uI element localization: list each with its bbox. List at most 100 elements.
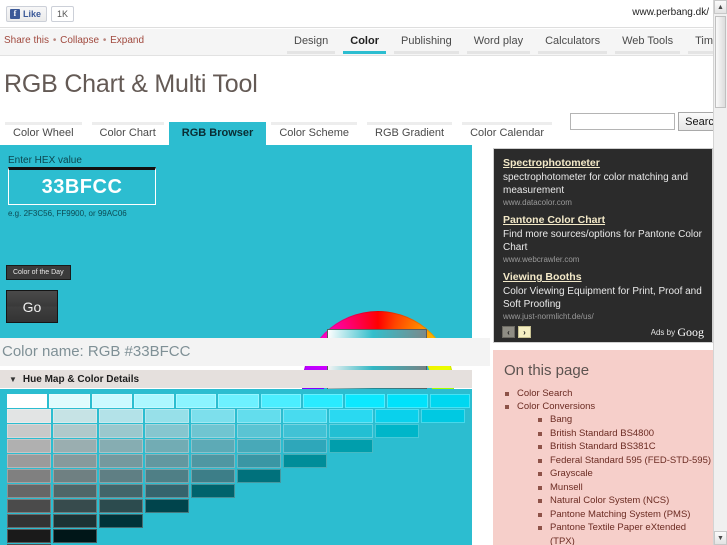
search-input[interactable] <box>570 113 676 130</box>
scroll-down-arrow-icon[interactable]: ▼ <box>714 531 727 545</box>
list-item[interactable]: Grayscale <box>537 467 713 481</box>
hue-map-swatch[interactable] <box>283 454 327 468</box>
list-item[interactable]: Pantone Matching System (PMS) <box>537 508 713 522</box>
hue-map-swatch[interactable] <box>260 394 301 408</box>
hue-map-swatch[interactable] <box>7 394 48 408</box>
hue-map-swatch[interactable] <box>283 439 327 453</box>
list-item[interactable]: Color Search <box>504 387 713 400</box>
hue-map-swatch[interactable] <box>53 484 97 498</box>
ads-next-arrow-icon[interactable]: › <box>518 326 531 338</box>
hue-map-swatch[interactable] <box>99 469 143 483</box>
hue-map-swatch[interactable] <box>53 424 97 438</box>
on-this-page-link[interactable]: Pantone Matching System (PMS) <box>550 509 690 520</box>
collapse-link[interactable]: Collapse <box>60 35 99 46</box>
hue-map-swatch[interactable] <box>145 409 189 423</box>
expand-link[interactable]: Expand <box>110 35 144 46</box>
tab-rgb-browser[interactable]: RGB Browser <box>168 122 267 145</box>
on-this-page-link[interactable]: Natural Color System (NCS) <box>550 495 669 506</box>
nav-item-color[interactable]: Color <box>339 29 390 56</box>
ad-item[interactable]: Pantone Color Chart Find more sources/op… <box>503 214 703 264</box>
vertical-scrollbar[interactable]: ▲ ▼ <box>713 0 727 545</box>
tab-color-wheel[interactable]: Color Wheel <box>0 122 87 145</box>
hue-map-swatch[interactable] <box>7 424 51 438</box>
list-item[interactable]: Color Conversions Bang British Standard B… <box>504 400 713 545</box>
hue-map-swatch[interactable] <box>191 409 235 423</box>
hue-map-swatch[interactable] <box>191 484 235 498</box>
hue-map-swatch[interactable] <box>237 439 281 453</box>
hue-map-swatch[interactable] <box>421 409 465 423</box>
hue-map-swatch[interactable] <box>218 394 259 408</box>
on-this-page-link[interactable]: British Standard BS4800 <box>550 428 654 439</box>
hue-map-swatch[interactable] <box>99 514 143 528</box>
list-item[interactable]: Natural Color System (NCS) <box>537 494 713 508</box>
hue-map-swatch[interactable] <box>375 409 419 423</box>
tab-color-scheme[interactable]: Color Scheme <box>266 122 363 145</box>
hue-map-swatch[interactable] <box>7 409 51 423</box>
ads-prev-arrow-icon[interactable]: ‹ <box>502 326 515 338</box>
hue-map-swatch[interactable] <box>191 424 235 438</box>
hue-map-grid[interactable] <box>0 389 472 545</box>
hue-map-swatch[interactable] <box>345 394 386 408</box>
hue-map-swatch[interactable] <box>237 409 281 423</box>
scroll-up-arrow-icon[interactable]: ▲ <box>714 0 727 14</box>
color-of-the-day-button[interactable]: Color of the Day <box>6 265 71 280</box>
share-this-link[interactable]: Share this <box>4 35 49 46</box>
hue-map-swatch[interactable] <box>53 499 97 513</box>
hue-map-swatch[interactable] <box>53 439 97 453</box>
ad-title-link[interactable]: Viewing Booths <box>503 271 703 284</box>
hue-map-swatch[interactable] <box>7 529 51 543</box>
hue-map-swatch[interactable] <box>329 424 373 438</box>
nav-item-calculators[interactable]: Calculators <box>534 29 611 56</box>
hue-map-swatch[interactable] <box>375 424 419 438</box>
hue-map-swatch[interactable] <box>145 484 189 498</box>
hue-map-swatch[interactable] <box>145 469 189 483</box>
hue-map-swatch[interactable] <box>283 424 327 438</box>
hue-map-swatch[interactable] <box>191 469 235 483</box>
ad-title-link[interactable]: Spectrophotometer <box>503 157 703 170</box>
ad-title-link[interactable]: Pantone Color Chart <box>503 214 703 227</box>
tab-color-chart[interactable]: Color Chart <box>86 122 169 145</box>
hue-map-swatch[interactable] <box>145 439 189 453</box>
on-this-page-link[interactable]: Bang <box>550 414 572 425</box>
hue-map-swatch[interactable] <box>53 529 97 543</box>
list-item[interactable]: Munsell <box>537 481 713 495</box>
hue-map-swatch[interactable] <box>191 439 235 453</box>
facebook-like-button[interactable]: f Like <box>6 6 48 22</box>
on-this-page-link[interactable]: Federal Standard 595 (FED-STD-595) <box>550 455 711 466</box>
hue-map-swatch[interactable] <box>329 409 373 423</box>
nav-item-design[interactable]: Design <box>283 29 339 56</box>
hue-map-swatch[interactable] <box>7 454 51 468</box>
hue-map-swatch[interactable] <box>91 394 132 408</box>
on-this-page-link[interactable]: Munsell <box>550 482 583 493</box>
list-item[interactable]: Federal Standard 595 (FED-STD-595) <box>537 454 713 468</box>
hue-map-swatch[interactable] <box>53 514 97 528</box>
hue-map-swatch[interactable] <box>429 394 470 408</box>
hue-map-swatch[interactable] <box>99 484 143 498</box>
list-item[interactable]: Pantone Textile Paper eXtended (TPX) <box>537 521 713 545</box>
hue-map-swatch[interactable] <box>53 454 97 468</box>
scrollbar-thumb[interactable] <box>715 16 726 108</box>
hue-map-swatch[interactable] <box>145 499 189 513</box>
hue-map-accordion-header[interactable]: ▼ Hue Map & Color Details <box>0 370 472 388</box>
hue-map-swatch[interactable] <box>145 424 189 438</box>
nav-item-publishing[interactable]: Publishing <box>390 29 463 56</box>
hex-input-box[interactable] <box>8 167 156 205</box>
nav-item-word-play[interactable]: Word play <box>463 29 534 56</box>
hue-map-swatch[interactable] <box>7 439 51 453</box>
hue-map-swatch[interactable] <box>53 469 97 483</box>
hue-map-swatch[interactable] <box>99 499 143 513</box>
hue-map-swatch[interactable] <box>7 484 51 498</box>
hue-map-swatch[interactable] <box>99 424 143 438</box>
hue-map-swatch[interactable] <box>133 394 175 408</box>
list-item[interactable]: British Standard BS381C <box>537 440 713 454</box>
tab-color-calendar[interactable]: Color Calendar <box>457 122 558 145</box>
hue-map-swatch[interactable] <box>329 439 373 453</box>
hue-map-swatch[interactable] <box>237 454 281 468</box>
hue-map-swatch[interactable] <box>7 514 51 528</box>
on-this-page-link[interactable]: Color Search <box>517 388 572 399</box>
hue-map-swatch[interactable] <box>283 409 327 423</box>
facebook-like-widget[interactable]: f Like 1K <box>6 6 75 22</box>
ad-item[interactable]: Viewing Booths Color Viewing Equipment f… <box>503 271 703 321</box>
on-this-page-link[interactable]: Pantone Textile Paper eXtended (TPX) <box>550 522 686 545</box>
hue-map-swatch[interactable] <box>99 439 143 453</box>
